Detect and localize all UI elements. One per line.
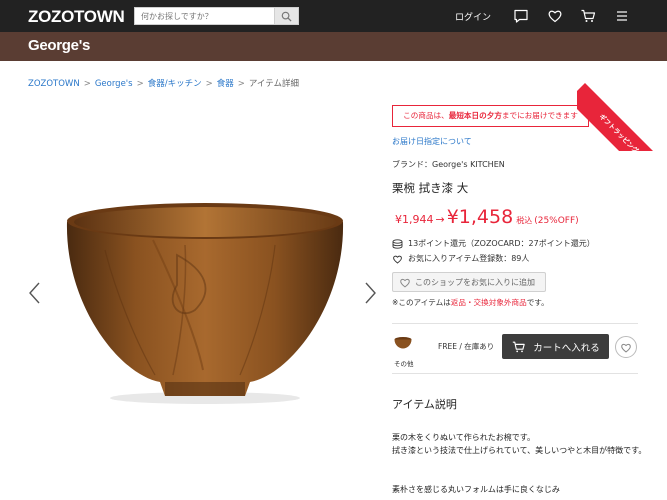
cart-icon[interactable] <box>580 8 596 24</box>
description-line: 栗の木をくりぬいて作られたお椀です。 <box>392 433 535 442</box>
breadcrumb-category[interactable]: 食器/キッチン <box>148 79 202 89</box>
top-bar: ZOZOTOWN ログイン <box>0 0 667 32</box>
heart-icon <box>621 343 631 353</box>
return-note: ※このアイテムは返品・交換対象外商品です。 <box>392 298 549 307</box>
favorite-count: お気に入りアイテム登録数：89人 <box>392 253 529 264</box>
delivery-date-link[interactable]: お届け日指定について <box>392 136 472 147</box>
heart-plus-icon <box>400 278 410 287</box>
shop-bar: George's <box>0 32 667 61</box>
add-to-cart-label: カートへ入れる <box>533 342 600 354</box>
add-to-cart-button[interactable]: カートへ入れる <box>502 334 609 359</box>
search-input[interactable] <box>135 8 275 24</box>
login-link[interactable]: ログイン <box>455 10 491 23</box>
price: ¥1,944 → ¥1,458 税込 (25%OFF) <box>395 206 579 228</box>
old-price: ¥1,944 <box>395 213 434 226</box>
breadcrumb-shop[interactable]: George's <box>95 79 133 89</box>
size-stock: FREE / 在庫あり <box>438 342 495 351</box>
cart-icon <box>513 341 525 352</box>
sale-price: ¥1,458 <box>446 206 514 228</box>
breadcrumb: ZOZOTOWN > George's > 食器/キッチン > 食器 > アイテム詳細 <box>28 79 299 89</box>
description-heading: アイテム説明 <box>392 398 457 411</box>
description-line: 拭き漆という技法で仕上げられていて、美しいつやと木目が特徴です。 <box>392 446 647 455</box>
search-button[interactable] <box>274 8 298 24</box>
discount-rate: (25%OFF) <box>534 216 579 226</box>
zozotown-logo[interactable]: ZOZOTOWN <box>28 7 125 27</box>
product-image[interactable] <box>45 170 365 410</box>
divider <box>392 373 638 374</box>
breadcrumb-current: アイテム詳細 <box>248 79 299 89</box>
heart-icon[interactable] <box>547 8 563 24</box>
color-swatch[interactable] <box>394 336 412 350</box>
shop-favorite-label: このショップをお気に入りに追加 <box>415 277 535 287</box>
menu-icon[interactable] <box>614 8 630 24</box>
return-policy-link[interactable]: 返品・交換対象外商品 <box>451 298 527 307</box>
coin-icon <box>392 238 403 249</box>
shop-name[interactable]: George's <box>28 37 90 54</box>
product-title: 栗椀 拭き漆 大 <box>392 181 469 195</box>
message-icon[interactable] <box>513 8 529 24</box>
search-box <box>134 7 299 25</box>
next-image-arrow[interactable] <box>363 282 377 304</box>
search-icon <box>281 11 292 22</box>
prev-image-arrow[interactable] <box>28 282 42 304</box>
gift-ribbon-text: ギフトラッピングOK <box>597 112 648 151</box>
shop-favorite-button[interactable]: このショップをお気に入りに追加 <box>392 272 546 292</box>
brand-label[interactable]: ブランド：George's KITCHEN <box>392 159 505 170</box>
points-text: 13ポイント還元（ZOZOCARD：27ポイント還元） <box>408 239 595 248</box>
favorite-item-button[interactable] <box>615 336 637 358</box>
gift-ribbon: ギフトラッピングOK <box>577 61 667 151</box>
description-line: 素朴さを感じる丸いフォルムは手に良くなじみ <box>392 485 560 494</box>
color-label: その他 <box>394 360 414 368</box>
delivery-notice: この商品は、最短本日の夕方までにお届けできます <box>392 105 589 127</box>
divider <box>392 323 638 324</box>
breadcrumb-zozotown[interactable]: ZOZOTOWN <box>28 79 80 89</box>
points-info: 13ポイント還元（ZOZOCARD：27ポイント還元） <box>392 238 595 249</box>
breadcrumb-subcategory[interactable]: 食器 <box>217 79 234 89</box>
heart-outline-icon <box>393 255 402 264</box>
favorite-count-text: お気に入りアイテム登録数：89人 <box>408 254 530 263</box>
